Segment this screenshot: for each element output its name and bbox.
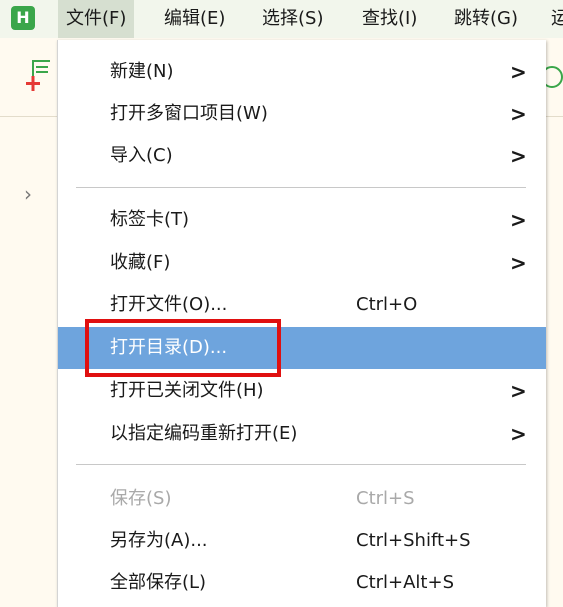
menu-item-label: 打开目录(D)... [110, 337, 228, 358]
submenu-arrow-icon: > [510, 102, 527, 126]
menu-item-label: 打开多窗口项目(W) [110, 103, 268, 124]
menu-run[interactable]: 运 [551, 0, 563, 38]
menu-item-label: 标签卡(T) [110, 209, 190, 230]
menu-item-open-closed-file[interactable]: 打开已关闭文件(H) > [58, 371, 546, 411]
menu-bar: H 文件(F) 编辑(E) 选择(S) 查找(I) 跳转(G) 运 [0, 0, 563, 38]
submenu-arrow-icon: > [510, 208, 527, 232]
app-logo-icon: H [11, 6, 35, 30]
menu-separator [76, 187, 526, 188]
menu-item-import[interactable]: 导入(C) > [58, 136, 546, 176]
menu-item-label: 保存(S) [110, 488, 172, 509]
menu-separator [76, 464, 526, 465]
menu-item-shortcut: Ctrl+O [356, 294, 418, 315]
menu-item-label: 新建(N) [110, 61, 174, 82]
submenu-arrow-icon: > [510, 144, 527, 168]
submenu-arrow-icon: > [510, 379, 527, 403]
menu-item-shortcut: Ctrl+S [356, 488, 415, 509]
menu-select[interactable]: 选择(S) [262, 0, 323, 38]
submenu-arrow-icon: > [510, 60, 527, 84]
menu-item-shortcut: Ctrl+Shift+S [356, 530, 471, 551]
menu-item-new[interactable]: 新建(N) > [58, 52, 546, 92]
menu-item-open-multi-window-project[interactable]: 打开多窗口项目(W) > [58, 94, 546, 134]
editor-window: H 文件(F) 编辑(E) 选择(S) 查找(I) 跳转(G) 运 › 新建(N… [0, 0, 563, 607]
menu-item-label: 另存为(A)... [110, 530, 208, 551]
menu-item-save-all[interactable]: 全部保存(L) Ctrl+Alt+S [58, 563, 546, 603]
menu-item-save-as[interactable]: 另存为(A)... Ctrl+Shift+S [58, 521, 546, 561]
menu-item-save[interactable]: 保存(S) Ctrl+S [58, 479, 546, 519]
menu-item-label: 全部保存(L) [110, 572, 207, 593]
menu-item-label: 打开已关闭文件(H) [110, 380, 264, 401]
menu-goto[interactable]: 跳转(G) [454, 0, 518, 38]
expand-chevron-icon[interactable]: › [24, 182, 32, 206]
menu-edit[interactable]: 编辑(E) [164, 0, 225, 38]
menu-item-open-file[interactable]: 打开文件(O)... Ctrl+O [58, 285, 546, 325]
menu-item-shortcut: Ctrl+Alt+S [356, 572, 454, 593]
menu-file[interactable]: 文件(F) [58, 0, 135, 38]
menu-item-label: 以指定编码重新打开(E) [110, 423, 298, 444]
new-file-icon[interactable] [26, 58, 54, 96]
menu-item-reopen-with-encoding[interactable]: 以指定编码重新打开(E) > [58, 414, 546, 454]
menu-item-favorites[interactable]: 收藏(F) > [58, 243, 546, 283]
menu-item-label: 收藏(F) [110, 252, 171, 273]
menu-item-open-directory[interactable]: 打开目录(D)... [58, 327, 546, 369]
menu-item-label: 导入(C) [110, 145, 173, 166]
menu-item-tabs[interactable]: 标签卡(T) > [58, 200, 546, 240]
submenu-arrow-icon: > [510, 251, 527, 275]
menu-find[interactable]: 查找(I) [362, 0, 417, 38]
submenu-arrow-icon: > [510, 422, 527, 446]
file-menu-dropdown: 新建(N) > 打开多窗口项目(W) > 导入(C) > 标签卡(T) > 收藏… [57, 40, 546, 607]
menu-item-label: 打开文件(O)... [110, 294, 228, 315]
